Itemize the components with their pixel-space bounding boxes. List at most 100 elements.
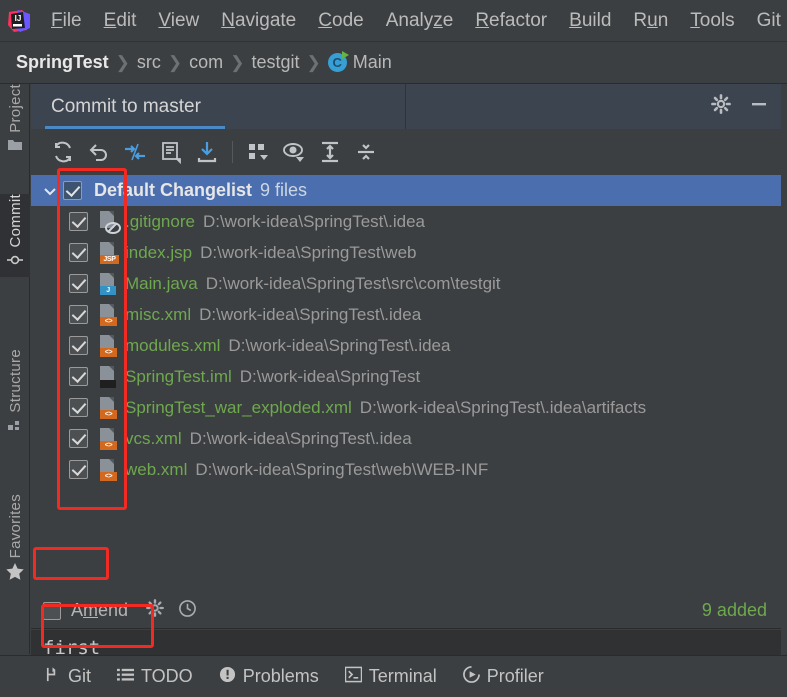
amend-row: Amend 9 added (31, 593, 781, 629)
group-by-icon[interactable] (240, 135, 276, 169)
changelist-header-row[interactable]: Default Changelist 9 files (31, 175, 781, 206)
menu-item-refactor[interactable]: Refactor (464, 7, 558, 35)
changes-tree[interactable]: Default Changelist 9 files .gitignore D:… (31, 175, 781, 593)
table-row[interactable]: J Main.java D:\work-idea\SpringTest\src\… (31, 268, 781, 299)
breadcrumb-separator-icon: ❯ (306, 52, 321, 72)
menu-bar: IJ File Edit View Navigate Code Analyze … (0, 0, 787, 42)
commit-toolbar (31, 129, 781, 175)
breadcrumb-item-main[interactable]: Main (353, 52, 392, 73)
intellij-idea-logo-icon: IJ (6, 8, 32, 34)
gear-icon[interactable] (146, 599, 164, 622)
file-checkbox[interactable] (69, 367, 88, 386)
chevron-down-icon[interactable] (39, 180, 61, 202)
tab-commit-to-master[interactable]: Commit to master (31, 84, 406, 129)
file-checkbox[interactable] (69, 398, 88, 417)
sidebar-item-label: Commit (6, 194, 24, 248)
amend-checkbox[interactable] (43, 601, 61, 620)
commit-tool-window: Commit to master Default Changelist 9 fi… (31, 84, 781, 697)
file-checkbox[interactable] (69, 305, 88, 324)
structure-icon (8, 418, 22, 436)
sidebar-item-favorites[interactable]: Favorites (0, 494, 30, 589)
iml-file-icon (98, 365, 118, 388)
document-icon[interactable] (153, 135, 189, 169)
svg-text:IJ: IJ (15, 14, 22, 23)
changelist-title: Default Changelist (94, 180, 253, 200)
gear-icon[interactable] (711, 94, 731, 119)
menu-item-build[interactable]: Build (558, 7, 622, 35)
download-icon[interactable] (189, 135, 225, 169)
git-branch-icon (44, 666, 61, 688)
status-bar-item-label: Git (68, 666, 92, 686)
profiler-icon (462, 665, 480, 688)
menu-item-edit[interactable]: Edit (93, 7, 148, 35)
breadcrumb-item-springtest[interactable]: SpringTest (16, 52, 109, 73)
file-path: D:\work-idea\SpringTest\.idea (202, 211, 425, 231)
file-path: D:\work-idea\SpringTest\.idea\artifacts (359, 397, 647, 417)
file-checkbox[interactable] (69, 274, 88, 293)
minimize-icon[interactable] (749, 94, 769, 119)
clock-icon[interactable] (178, 599, 197, 623)
table-row[interactable]: .gitignore D:\work-idea\SpringTest\.idea (31, 206, 781, 237)
table-row[interactable]: <> modules.xml D:\work-idea\SpringTest\.… (31, 330, 781, 361)
status-badge-added: 9 added (701, 600, 767, 620)
file-checkbox[interactable] (69, 212, 88, 231)
sidebar-item-project[interactable]: Project (0, 84, 30, 160)
menu-item-view[interactable]: View (147, 7, 210, 35)
file-checkbox[interactable] (69, 243, 88, 262)
xml-file-icon: <> (98, 303, 118, 326)
status-bar-item-todo[interactable]: TODO (117, 666, 193, 688)
commit-panel-tabbar: Commit to master (31, 84, 781, 129)
menu-item-navigate[interactable]: Navigate (210, 7, 307, 35)
warning-circle-icon (219, 666, 236, 688)
ignore-file-icon (98, 210, 121, 234)
breadcrumb-item-testgit[interactable]: testgit (251, 52, 299, 73)
table-row[interactable]: JSP index.jsp D:\work-idea\SpringTest\we… (31, 237, 781, 268)
amend-label: Amend (71, 600, 129, 620)
menu-item-analyze[interactable]: Analyze (375, 7, 465, 35)
status-bar-item-profiler[interactable]: Profiler (462, 665, 544, 688)
star-icon (6, 563, 24, 585)
diff-arrows-icon[interactable] (117, 135, 153, 169)
table-row[interactable]: <> vcs.xml D:\work-idea\SpringTest\.idea (31, 423, 781, 454)
menu-item-run[interactable]: Run (622, 7, 679, 35)
table-row[interactable]: <> misc.xml D:\work-idea\SpringTest\.ide… (31, 299, 781, 330)
sidebar-item-structure[interactable]: Structure (0, 349, 30, 440)
file-name: index.jsp (125, 242, 193, 262)
undo-icon[interactable] (81, 135, 117, 169)
commit-icon (7, 252, 23, 273)
status-bar-item-label: TODO (141, 666, 193, 686)
xml-file-icon: <> (98, 396, 118, 419)
breadcrumb-item-src[interactable]: src (137, 52, 161, 73)
file-path: D:\work-idea\SpringTest\web (200, 242, 417, 262)
eye-icon[interactable] (276, 135, 312, 169)
breadcrumb-item-com[interactable]: com (189, 52, 223, 73)
file-checkbox[interactable] (69, 429, 88, 448)
file-path: D:\work-idea\SpringTest\web\WEB-INF (195, 459, 489, 479)
java-class-icon: C (327, 51, 349, 72)
file-path: D:\work-idea\SpringTest (239, 366, 421, 386)
file-path: D:\work-idea\SpringTest\.idea (228, 335, 451, 355)
table-row[interactable]: SpringTest.iml D:\work-idea\SpringTest (31, 361, 781, 392)
file-checkbox[interactable] (69, 336, 88, 355)
status-bar-item-problems[interactable]: Problems (219, 666, 319, 688)
status-bar-item-terminal[interactable]: Terminal (344, 666, 437, 688)
refresh-icon[interactable] (45, 135, 81, 169)
sidebar-item-commit[interactable]: Commit (0, 194, 30, 278)
file-checkbox[interactable] (69, 460, 88, 479)
sidebar-item-label: Favorites (6, 494, 24, 559)
ide-window: IJ File Edit View Navigate Code Analyze … (0, 0, 787, 697)
table-row[interactable]: <> SpringTest_war_exploded.xml D:\work-i… (31, 392, 781, 423)
status-bar-item-git[interactable]: Git (44, 666, 91, 688)
breadcrumb-separator-icon: ❯ (115, 52, 130, 72)
file-name: SpringTest_war_exploded.xml (125, 397, 352, 417)
menu-item-tools[interactable]: Tools (679, 7, 745, 35)
menu-item-git[interactable]: Git (746, 7, 787, 35)
table-row[interactable]: <> web.xml D:\work-idea\SpringTest\web\W… (31, 454, 781, 485)
status-bar-item-label: Terminal (368, 666, 437, 686)
expand-all-icon[interactable] (312, 135, 348, 169)
menu-item-file[interactable]: File (40, 7, 93, 35)
menu-item-code[interactable]: Code (307, 7, 374, 35)
collapse-all-icon[interactable] (348, 135, 384, 169)
xml-file-icon: <> (98, 334, 118, 357)
changelist-checkbox[interactable] (63, 181, 82, 200)
